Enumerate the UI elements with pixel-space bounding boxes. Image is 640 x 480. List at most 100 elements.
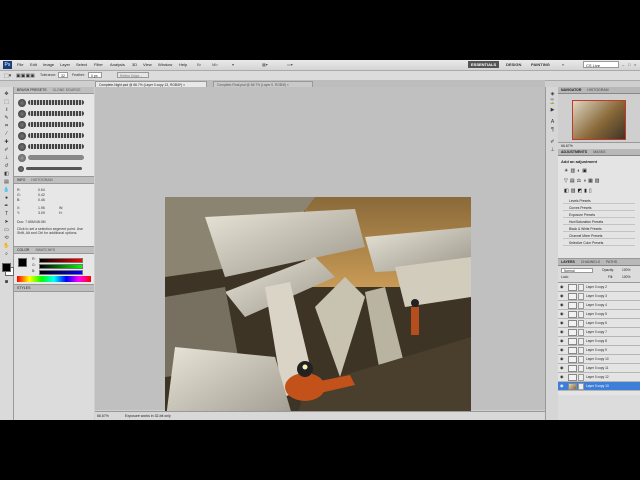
zoom-tool-icon[interactable]: ⌕ [3, 251, 10, 257]
healing-brush-tool-icon[interactable]: ✚ [3, 139, 10, 145]
color-tab[interactable]: COLOR SWATCHES [14, 247, 94, 254]
layer-row[interactable]: ◉ Layer 0 copy 2 [558, 283, 640, 292]
refine-edge-button[interactable]: Refine Edge... [117, 72, 149, 78]
hand-tool-icon[interactable]: ✋ [3, 243, 10, 249]
maximize-icon[interactable]: □ [628, 62, 632, 67]
eye-icon[interactable]: ◉ [560, 303, 564, 307]
paragraph-panel-icon[interactable]: ¶ [549, 127, 556, 133]
menu-edit[interactable]: Edit [30, 62, 37, 67]
lasso-tool-icon[interactable]: ℓ [3, 107, 10, 113]
brush-tool-icon[interactable]: ✐ [3, 147, 10, 153]
layer-row[interactable]: ◉ Layer 0 copy 4 [558, 301, 640, 310]
black-white-presets[interactable]: Black & White Presets [563, 226, 635, 232]
brush-preset[interactable] [18, 153, 84, 162]
dodge-tool-icon[interactable]: ● [3, 195, 10, 201]
menu-3d[interactable]: 3D [132, 62, 137, 67]
green-slider[interactable] [39, 264, 83, 269]
history-panel-icon[interactable]: ⌛ [549, 99, 556, 105]
adjustment-icons-row1[interactable]: ☀▥◐▣ [564, 168, 589, 174]
selection-mode-icons[interactable]: ▣▣▣▣ [16, 73, 35, 79]
minimize-icon[interactable]: – [622, 62, 626, 67]
tolerance-input[interactable]: 32 [58, 72, 68, 78]
clone-source-panel-icon[interactable]: ⊥ [549, 147, 556, 153]
screen-mode-icon[interactable]: ▭▾ [287, 62, 293, 67]
layer-row[interactable]: ◉ Layer 0 copy 5 [558, 310, 640, 319]
navigator-thumbnail[interactable] [572, 100, 626, 140]
channel-mixer-presets[interactable]: Channel Mixer Presets [563, 233, 635, 239]
blend-mode-select[interactable]: Normal [561, 268, 593, 273]
layers-tab[interactable]: LAYERS CHANNELS PATHS [558, 259, 640, 266]
feather-input[interactable]: 0 px [88, 72, 102, 78]
levels-presets[interactable]: Levels Presets [563, 198, 635, 204]
type-tool-icon[interactable]: T [3, 211, 10, 217]
eyedropper-tool-icon[interactable]: ⁄ [3, 131, 10, 137]
workspace-painting[interactable]: PAINTING [528, 61, 553, 68]
eye-icon[interactable]: ◉ [560, 285, 564, 289]
fill-value[interactable]: 100% [622, 275, 630, 279]
gradient-tool-icon[interactable]: ▤ [3, 179, 10, 185]
menu-file[interactable]: File [17, 62, 23, 67]
actions-panel-icon[interactable]: ▶ [549, 107, 556, 113]
layer-row[interactable]: ◉ Layer 0 copy 3 [558, 292, 640, 301]
brush-preset[interactable] [18, 120, 84, 129]
brush-panel-icon[interactable]: ✐ [549, 139, 556, 145]
exposure-presets[interactable]: Exposure Presets [563, 212, 635, 218]
3d-rotate-tool-icon[interactable]: ⟲ [3, 235, 10, 241]
cave-crystal-photo[interactable] [165, 197, 471, 420]
menu-window[interactable]: Window [158, 62, 172, 67]
layer-row[interactable]: ◉ Layer 0 copy 10 [558, 355, 640, 364]
curves-presets[interactable]: Curves Presets [563, 205, 635, 211]
bridge-icon[interactable]: Br [197, 62, 201, 67]
adjustments-tab[interactable]: ADJUSTMENTS MASKS [558, 149, 640, 156]
cs-live-button[interactable]: CS Live [583, 61, 619, 68]
brush-preset[interactable] [18, 164, 82, 173]
eye-icon[interactable]: ◉ [560, 348, 564, 352]
move-tool-icon[interactable]: ✥ [3, 91, 10, 97]
brush-presets-tab[interactable]: BRUSH PRESETS CLONE SOURCE [14, 87, 94, 94]
eye-icon[interactable]: ◉ [560, 330, 564, 334]
brush-preset[interactable] [18, 109, 84, 118]
adjustment-icons-row2[interactable]: ▽▤⚖◑▦▧ [564, 178, 602, 184]
tool-preset-icon[interactable]: ⬚▾ [4, 73, 11, 79]
menu-analysis[interactable]: Analysis [110, 62, 125, 67]
quick-mask-icon[interactable]: ◙ [3, 279, 10, 285]
crop-tool-icon[interactable]: ⌗ [3, 123, 10, 129]
workspace-design[interactable]: DESIGN [503, 61, 524, 68]
eye-icon[interactable]: ◉ [560, 384, 564, 388]
layer-row[interactable]: ◉ Layer 0 copy 7 [558, 328, 640, 337]
clone-stamp-tool-icon[interactable]: ⊥ [3, 155, 10, 161]
eye-icon[interactable]: ◉ [560, 339, 564, 343]
brush-preset[interactable] [18, 142, 84, 151]
pen-tool-icon[interactable]: ✒ [3, 203, 10, 209]
marquee-tool-icon[interactable]: ⬚ [3, 99, 10, 105]
eye-icon[interactable]: ◉ [560, 312, 564, 316]
hue-saturation-presets[interactable]: Hue/Saturation Presets [563, 219, 635, 225]
info-tab[interactable]: INFO HISTOGRAM [14, 177, 94, 184]
menu-view[interactable]: View [143, 62, 152, 67]
arrange-documents-icon[interactable]: ▦▾ [262, 62, 268, 67]
adjustment-icons-row3[interactable]: ◧▨◩▮▯ [564, 188, 594, 194]
quick-selection-tool-icon[interactable]: ✎ [3, 115, 10, 121]
eye-icon[interactable]: ◉ [560, 357, 564, 361]
layer-row[interactable]: ◉ Layer 0 copy 9 [558, 346, 640, 355]
3d-panel-icon[interactable]: ◈ [549, 91, 556, 97]
layer-row[interactable]: ◉ Layer 0 copy 6 [558, 319, 640, 328]
eraser-tool-icon[interactable]: ◧ [3, 171, 10, 177]
menu-filter[interactable]: Filter [94, 62, 103, 67]
status-zoom[interactable]: 66.67% [97, 414, 109, 418]
layer-row[interactable]: ◉ Layer 0 copy 8 [558, 337, 640, 346]
color-panel-fg-swatch[interactable] [18, 258, 27, 267]
menu-help[interactable]: Help [179, 62, 187, 67]
zoom-level-dropdown[interactable]: ▾ [232, 62, 234, 67]
workspace-more-icon[interactable]: » [562, 62, 564, 67]
color-spectrum[interactable] [17, 276, 91, 282]
opacity-value[interactable]: 100% [622, 268, 630, 272]
brush-preset[interactable] [18, 98, 84, 107]
foreground-color-swatch[interactable] [2, 263, 11, 272]
eye-icon[interactable]: ◉ [560, 321, 564, 325]
red-slider[interactable] [39, 258, 83, 263]
eye-icon[interactable]: ◉ [560, 366, 564, 370]
eye-icon[interactable]: ◉ [560, 294, 564, 298]
blue-slider[interactable] [39, 270, 83, 275]
blur-tool-icon[interactable]: 💧 [3, 187, 10, 193]
